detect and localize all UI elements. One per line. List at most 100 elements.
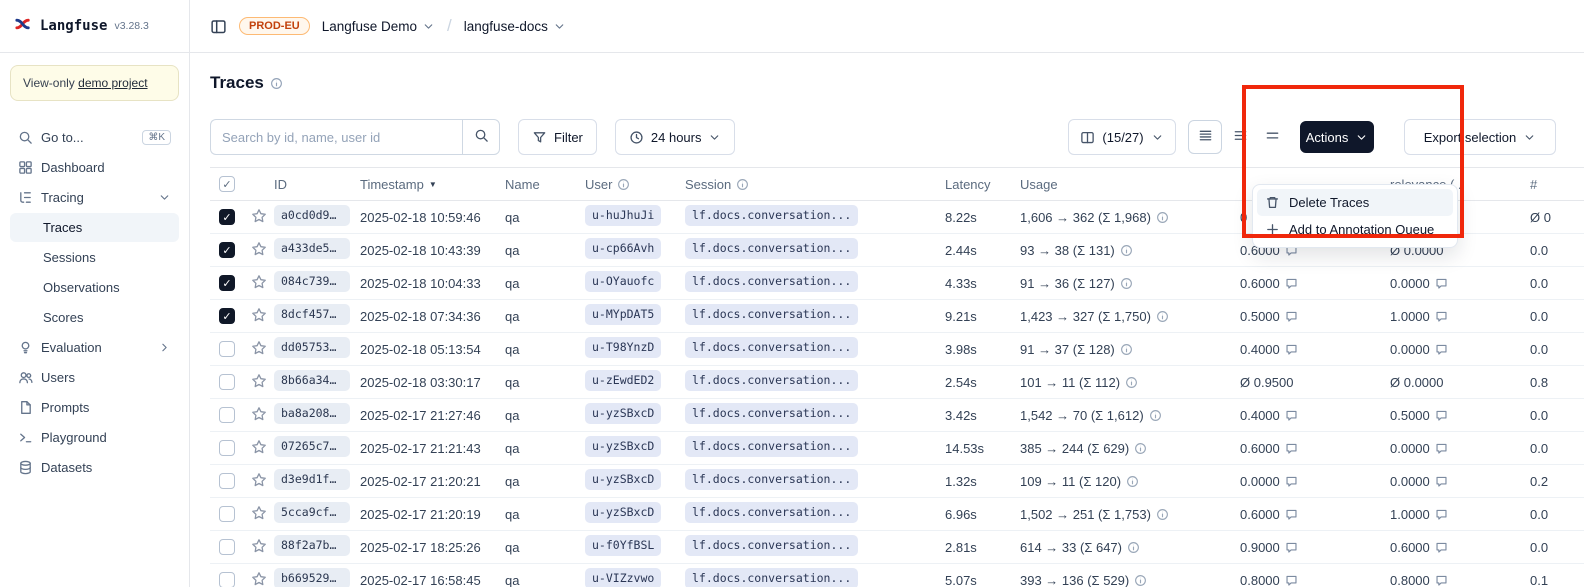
row-checkbox[interactable]: ✓ [219,209,235,225]
user-id-badge[interactable]: u-T98YnzD [585,337,661,358]
session-id-badge[interactable]: lf.docs.conversation... [685,304,858,325]
trace-id-badge[interactable]: 8b66a34... [274,370,350,391]
user-id-badge[interactable]: u-MYpDAT5 [585,304,661,325]
session-id-badge[interactable]: lf.docs.conversation... [685,568,858,587]
export-selection-button[interactable]: Export selection [1404,119,1556,155]
row-checkbox[interactable] [219,440,235,456]
user-id-badge[interactable]: u-yzSBxcD [585,436,661,457]
bookmark-star-icon[interactable] [251,340,267,359]
session-id-badge[interactable]: lf.docs.conversation... [685,271,858,292]
user-id-badge[interactable]: u-yzSBxcD [585,403,661,424]
search-button[interactable] [462,119,500,155]
bookmark-star-icon[interactable] [251,505,267,524]
bookmark-star-icon[interactable] [251,208,267,227]
trace-id-badge[interactable]: b669529... [274,568,350,587]
goto-search[interactable]: Go to... ⌘K [10,123,179,152]
row-checkbox[interactable] [219,341,235,357]
user-id-badge[interactable]: u-yzSBxcD [585,502,661,523]
search-input[interactable] [210,119,462,155]
sidebar-item-dashboard[interactable]: Dashboard [10,153,179,182]
user-id-badge[interactable]: u-f0YfBSL [585,535,661,556]
bookmark-star-icon[interactable] [251,241,267,260]
project-picker[interactable]: langfuse-docs [464,19,566,34]
trace-id-badge[interactable]: 084c739... [274,271,350,292]
trace-id-badge[interactable]: a433de51... [274,238,350,259]
row-checkbox[interactable] [219,572,235,587]
table-row[interactable]: dd05753...2025-02-18 05:13:54qau-T98YnzD… [210,333,1584,366]
table-row[interactable]: 88f2a7b0...2025-02-17 18:25:26qau-f0YfBS… [210,531,1584,564]
bookmark-star-icon[interactable] [251,538,267,557]
trace-id-badge[interactable]: 88f2a7b0... [274,535,350,556]
sidebar-item-scores[interactable]: Scores [10,303,179,332]
trace-id-badge[interactable]: ba8a208f... [274,403,350,424]
sidebar-item-observations[interactable]: Observations [10,273,179,302]
session-id-badge[interactable]: lf.docs.conversation... [685,502,858,523]
sidebar-item-tracing[interactable]: Tracing [10,183,179,212]
demo-project-link[interactable]: demo project [78,76,147,90]
sidebar-item-playground[interactable]: Playground [10,423,179,452]
trace-id-badge[interactable]: 8dcf4574... [274,304,350,325]
filter-button[interactable]: Filter [518,119,597,155]
table-row[interactable]: 5cca9cf2...2025-02-17 21:20:19qau-yzSBxc… [210,498,1584,531]
row-height-medium-button[interactable] [1226,123,1254,151]
session-id-badge[interactable]: lf.docs.conversation... [685,370,858,391]
row-checkbox[interactable] [219,374,235,390]
row-checkbox[interactable]: ✓ [219,242,235,258]
table-row[interactable]: d3e9d1f2...2025-02-17 21:20:21qau-yzSBxc… [210,465,1584,498]
menu-item-delete-traces[interactable]: Delete Traces [1257,189,1453,216]
session-id-badge[interactable]: lf.docs.conversation... [685,469,858,490]
header-timestamp[interactable]: Timestamp ▼ [360,177,505,192]
user-id-badge[interactable]: u-OYauofc [585,271,661,292]
bookmark-star-icon[interactable] [251,406,267,425]
row-checkbox[interactable] [219,407,235,423]
user-id-badge[interactable]: u-VIZzvwo [585,568,661,587]
table-row[interactable]: 8b66a34...2025-02-18 03:30:17qau-zEwdED2… [210,366,1584,399]
table-row[interactable]: ✓084c739...2025-02-18 10:04:33qau-OYauof… [210,267,1584,300]
session-id-badge[interactable]: lf.docs.conversation... [685,337,858,358]
bookmark-star-icon[interactable] [251,571,267,587]
user-id-badge[interactable]: u-zEwdED2 [585,370,661,391]
trace-id-badge[interactable]: d3e9d1f2... [274,469,350,490]
org-picker[interactable]: Langfuse Demo [322,19,435,34]
sidebar-item-users[interactable]: Users [10,363,179,392]
sidebar-item-sessions[interactable]: Sessions [10,243,179,272]
sidebar-toggle-icon[interactable] [210,18,227,35]
user-id-badge[interactable]: u-cp66Avh [585,238,661,259]
sidebar-item-prompts[interactable]: Prompts [10,393,179,422]
session-id-badge[interactable]: lf.docs.conversation... [685,238,858,259]
select-all-checkbox[interactable]: ✓ [219,176,235,192]
session-id-badge[interactable]: lf.docs.conversation... [685,436,858,457]
row-height-compact-button[interactable] [1188,120,1222,154]
trace-id-badge[interactable]: 5cca9cf2... [274,502,350,523]
row-height-tall-button[interactable] [1258,123,1286,151]
table-row[interactable]: ba8a208f...2025-02-17 21:27:46qau-yzSBxc… [210,399,1584,432]
row-checkbox[interactable] [219,473,235,489]
sidebar-item-datasets[interactable]: Datasets [10,453,179,482]
trace-id-badge[interactable]: 07265c7a... [274,436,350,457]
session-id-badge[interactable]: lf.docs.conversation... [685,535,858,556]
trace-id-badge[interactable]: dd05753... [274,337,350,358]
bookmark-star-icon[interactable] [251,472,267,491]
user-id-badge[interactable]: u-yzSBxcD [585,469,661,490]
table-row[interactable]: b669529...2025-02-17 16:58:45qau-VIZzvwo… [210,564,1584,587]
row-checkbox[interactable]: ✓ [219,275,235,291]
sidebar-item-traces[interactable]: Traces [10,213,179,242]
row-checkbox[interactable] [219,506,235,522]
row-checkbox[interactable]: ✓ [219,308,235,324]
bookmark-star-icon[interactable] [251,373,267,392]
trace-id-badge[interactable]: a0cd0d9... [274,205,350,226]
bookmark-star-icon[interactable] [251,307,267,326]
menu-item-add-to-annotation-queue[interactable]: Add to Annotation Queue [1257,216,1453,243]
sidebar-item-evaluation[interactable]: Evaluation [10,333,179,362]
bookmark-star-icon[interactable] [251,439,267,458]
session-id-badge[interactable]: lf.docs.conversation... [685,403,858,424]
table-row[interactable]: ✓8dcf4574...2025-02-18 07:34:36qau-MYpDA… [210,300,1584,333]
row-checkbox[interactable] [219,539,235,555]
bookmark-star-icon[interactable] [251,274,267,293]
actions-button[interactable]: Actions [1300,121,1374,153]
table-row[interactable]: 07265c7a...2025-02-17 21:21:43qau-yzSBxc… [210,432,1584,465]
user-id-badge[interactable]: u-huJhuJi [585,205,661,226]
session-id-badge[interactable]: lf.docs.conversation... [685,205,858,226]
time-range-button[interactable]: 24 hours [615,119,736,155]
columns-button[interactable]: (15/27) [1068,119,1176,155]
